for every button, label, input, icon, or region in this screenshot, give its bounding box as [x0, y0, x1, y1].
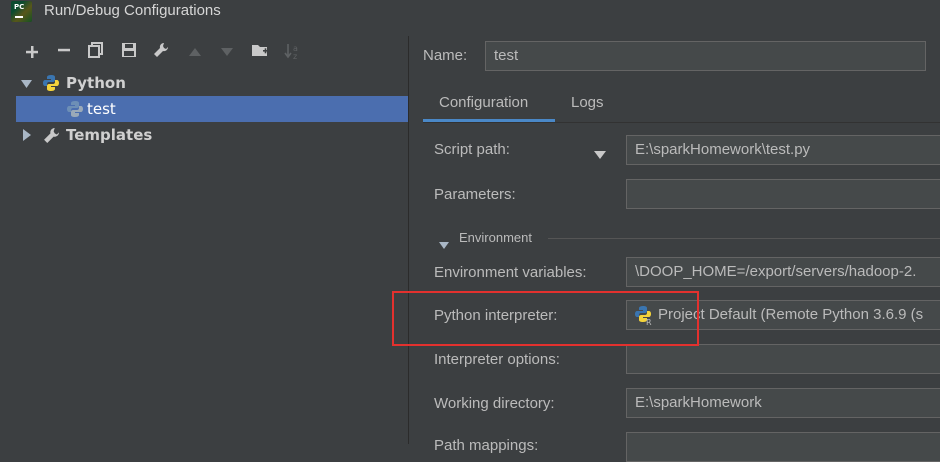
wrench-icon[interactable] — [150, 42, 172, 62]
environment-variables-field[interactable]: \DOOP_HOME=/export/servers/hadoop-2. — [626, 257, 940, 287]
tree-item-python-label: Python — [66, 74, 126, 92]
working-directory-field[interactable]: E:\sparkHomework — [626, 388, 940, 418]
script-path-label: Script path: — [434, 141, 510, 158]
add-icon[interactable] — [21, 42, 43, 62]
tree-item-templates[interactable]: Templates — [16, 122, 408, 148]
script-path-field[interactable]: E:\sparkHomework\test.py — [626, 135, 940, 165]
environment-section-label: Environment — [459, 230, 532, 245]
remove-icon[interactable] — [53, 42, 75, 62]
working-directory-label: Working directory: — [434, 395, 555, 412]
wrench-icon — [43, 126, 60, 152]
tree-item-test-label: test — [87, 100, 116, 118]
move-down-icon[interactable] — [216, 42, 238, 62]
svg-text:z: z — [293, 52, 297, 60]
title-bar: PC Run/Debug Configurations — [0, 0, 940, 24]
environment-separator — [548, 238, 940, 239]
environment-collapse-icon[interactable] — [439, 234, 449, 253]
save-icon[interactable] — [118, 42, 140, 62]
parameters-label: Parameters: — [434, 186, 516, 203]
collapsed-arrow-icon[interactable] — [22, 122, 32, 151]
name-label: Name: — [423, 47, 468, 64]
tree-item-templates-label: Templates — [66, 126, 153, 144]
script-type-dropdown-icon[interactable] — [594, 144, 606, 163]
expanded-arrow-icon[interactable] — [21, 70, 32, 99]
path-mappings-label: Path mappings: — [434, 437, 539, 454]
copy-icon[interactable] — [85, 42, 107, 62]
name-field[interactable]: test — [485, 41, 926, 71]
tree-item-python[interactable]: Python — [16, 70, 408, 96]
interpreter-options-field[interactable] — [626, 344, 940, 374]
path-mappings-field[interactable] — [626, 432, 940, 462]
tab-logs[interactable]: Logs — [571, 90, 604, 122]
window-title: Run/Debug Configurations — [44, 2, 221, 19]
environment-variables-label: Environment variables: — [434, 264, 587, 281]
interpreter-highlight-box — [392, 291, 699, 346]
tab-configuration[interactable]: Configuration — [423, 90, 555, 122]
tree-item-test[interactable]: test — [16, 96, 408, 122]
interpreter-options-label: Interpreter options: — [434, 351, 560, 368]
configuration-tree: Python test Templates — [16, 70, 408, 444]
sort-alphabetically-icon[interactable]: az — [282, 42, 304, 62]
move-up-icon[interactable] — [184, 42, 206, 62]
new-folder-icon[interactable] — [249, 42, 271, 62]
pycharm-logo-icon: PC — [11, 1, 32, 22]
pane-divider[interactable] — [408, 36, 409, 444]
parameters-field[interactable] — [626, 179, 940, 209]
